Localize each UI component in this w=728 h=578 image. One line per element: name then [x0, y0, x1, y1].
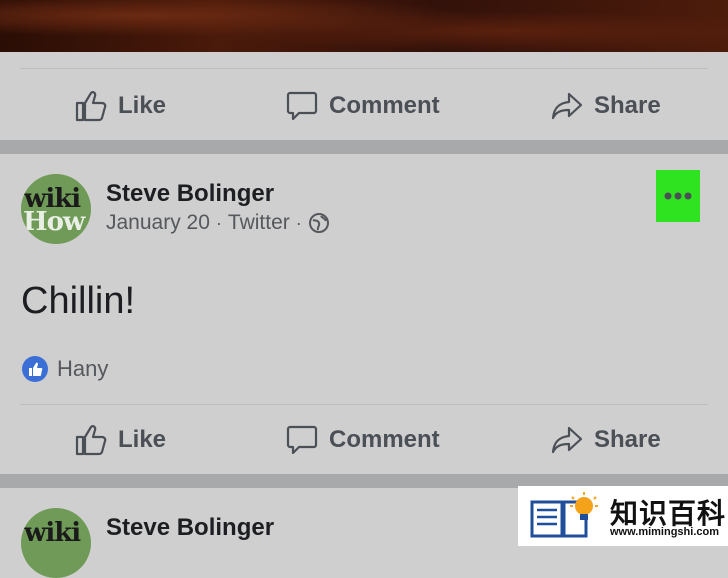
watermark: 知识百科 www.mimingshi.com	[518, 486, 728, 546]
comment-label: Comment	[329, 426, 440, 453]
comment-icon	[286, 91, 318, 121]
post-text: Chillin!	[21, 280, 136, 322]
share-icon	[551, 426, 583, 454]
author-name[interactable]: Steve Bolinger	[106, 514, 274, 542]
post-photo-strip[interactable]	[0, 0, 728, 52]
meta-dot: ·	[295, 212, 302, 233]
action-bar-bottom: Like Comment Share	[0, 410, 728, 470]
post-separator	[0, 140, 728, 154]
comment-button[interactable]: Comment	[285, 410, 440, 470]
watermark-url: www.mimingshi.com	[610, 526, 719, 538]
globe-icon	[308, 213, 329, 233]
action-bar-top: Like Comment Share	[0, 76, 728, 136]
more-options-button[interactable]	[656, 170, 700, 222]
reactor-name: Hany	[57, 356, 109, 381]
share-button[interactable]: Share	[550, 76, 661, 136]
avatar[interactable]: wiki How	[21, 174, 91, 244]
comment-button[interactable]: Comment	[285, 76, 440, 136]
like-label: Like	[118, 92, 167, 119]
share-button[interactable]: Share	[550, 410, 661, 470]
like-label: Like	[118, 426, 167, 453]
thumbs-up-icon	[75, 91, 107, 122]
share-label: Share	[594, 92, 661, 119]
avatar[interactable]: wiki	[21, 508, 91, 578]
reactions-summary[interactable]: Hany	[21, 355, 108, 383]
book-lightbulb-icon	[530, 492, 598, 538]
like-reaction-icon	[22, 356, 48, 382]
avatar-text-top: wiki	[24, 518, 81, 548]
share-icon	[551, 92, 583, 120]
divider	[20, 404, 708, 405]
comment-icon	[286, 425, 318, 455]
author-name[interactable]: Steve Bolinger	[106, 180, 274, 208]
like-button[interactable]: Like	[74, 410, 166, 470]
post-source: Twitter	[227, 211, 290, 234]
avatar-text-bottom: How	[23, 207, 85, 237]
share-label: Share	[594, 426, 661, 453]
comment-label: Comment	[329, 92, 440, 119]
divider	[20, 68, 708, 69]
post-date[interactable]: January 20	[106, 211, 210, 235]
like-button[interactable]: Like	[74, 76, 166, 136]
meta-dot: ·	[215, 212, 222, 233]
thumbs-up-icon	[75, 425, 107, 456]
ellipsis-icon	[664, 192, 692, 200]
post-meta: January 20 · Twitter ·	[106, 211, 330, 235]
